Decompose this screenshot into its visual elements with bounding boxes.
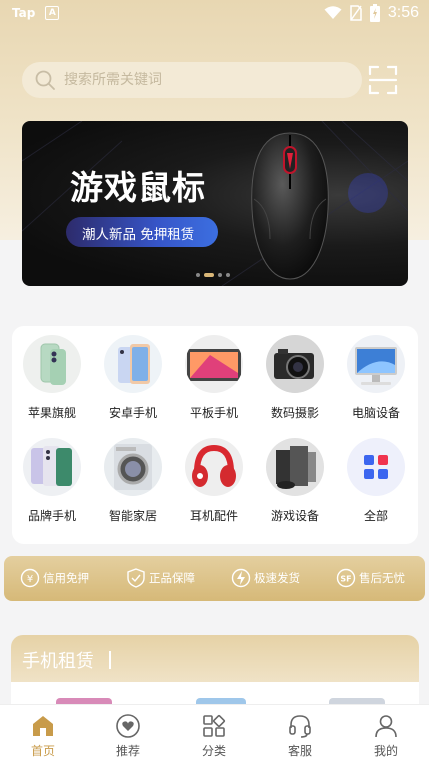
section-divider [109,651,111,669]
promo-banner[interactable]: 游戏鼠标 潮人新品 免押租赁 [22,121,408,286]
guarantee-item: 正品保障 [126,568,195,588]
computer-icon [347,335,405,393]
category-item[interactable]: 平板手机 [174,335,254,421]
carrier-label: Tap [12,6,36,20]
category-label: 苹果旗舰 [27,406,76,420]
section-title: 手机租赁 [22,651,94,672]
android-phone-icon [104,335,162,393]
banner-pagination[interactable] [196,273,230,277]
iphone-green-icon [23,335,81,393]
category-item[interactable]: 游戏设备 [255,438,335,524]
category-label: 电脑设备 [351,406,400,420]
search-input[interactable] [62,71,346,89]
tab-label: 推荐 [115,744,140,758]
category-item[interactable]: 智能家居 [93,438,173,524]
washing-machine-icon [104,438,162,496]
guarantee-label: 正品保障 [149,571,195,585]
gaming-mouse-image [251,132,329,280]
status-bar: Tap A 3:56 [0,0,429,30]
brand-phones-icon [23,438,81,496]
category-item[interactable]: 耳机配件 [174,438,254,524]
category-item[interactable]: 数码摄影 [255,335,335,421]
headset-icon [289,715,311,738]
shield-icon [127,568,145,588]
grid-all-icon [347,438,405,496]
guarantee-label: 极速发货 [254,571,300,585]
search-bar[interactable] [22,62,362,98]
guarantee-item: SF 售后无忧 [336,568,405,588]
bottom-tab-bar: 首页 推荐 分类 客服 我的 [0,704,429,765]
credit-icon: ¥ [20,568,40,588]
guarantee-label: 售后无忧 [359,571,405,585]
lightning-icon [231,568,251,588]
guarantee-item: ¥ 信用免押 [20,568,89,588]
svg-text:SF: SF [340,575,351,584]
category-item[interactable]: 安卓手机 [93,335,173,421]
home-icon [33,716,53,736]
category-grid: 苹果旗舰 安卓手机 平板手机 数码摄影 电脑设备 品牌手机 智能家居 耳机配件 … [12,326,418,544]
category-label: 数码摄影 [270,406,319,420]
category-icon [203,714,226,737]
phone-rental-section: 手机租赁 [11,635,419,705]
tab-category[interactable]: 分类 [184,713,244,759]
tab-home[interactable]: 首页 [13,713,73,759]
category-label: 品牌手机 [27,509,76,523]
category-label: 平板手机 [189,406,238,420]
notification-icon: A [45,6,60,20]
category-item[interactable]: 苹果旗舰 [12,335,92,421]
banner-subtitle: 潮人新品 免押租赁 [82,227,195,243]
tab-profile[interactable]: 我的 [356,713,416,759]
heart-icon [116,714,140,738]
category-label: 耳机配件 [189,509,238,523]
category-item[interactable]: 品牌手机 [12,438,92,524]
guarantee-label: 信用免押 [43,571,89,585]
battery-icon [369,4,380,22]
banner-title: 游戏鼠标 [70,168,206,207]
search-icon [35,70,55,90]
sf-icon: SF [336,568,356,588]
user-icon [375,715,397,738]
guarantee-strip: ¥ 信用免押 正品保障 极速发货 SF 售后无忧 [4,556,425,601]
tablet-icon [185,335,243,393]
category-label: 安卓手机 [108,406,157,420]
banner-subtitle-pill: 潮人新品 免押租赁 [66,217,218,247]
sim-icon [350,5,362,21]
page-dot[interactable] [218,273,222,277]
tab-label: 首页 [30,744,55,758]
guarantee-item: 极速发货 [231,568,300,588]
tab-recommend[interactable]: 推荐 [98,713,158,759]
game-console-icon [266,438,324,496]
category-label: 游戏设备 [270,509,319,523]
headphones-icon [185,438,243,496]
camera-icon [266,335,324,393]
page-dot[interactable] [226,273,230,277]
category-label: 全部 [363,509,388,523]
page-dot-active[interactable] [204,273,214,277]
clock: 3:56 [387,4,419,21]
category-item[interactable]: 全部 [336,438,416,524]
scan-icon[interactable] [368,64,398,96]
svg-text:¥: ¥ [27,574,33,585]
category-item[interactable]: 电脑设备 [336,335,416,421]
page-dot[interactable] [196,273,200,277]
tab-service[interactable]: 客服 [270,713,330,759]
tab-label: 分类 [201,744,226,758]
tab-label: 我的 [373,744,398,758]
tab-label: 客服 [287,744,312,758]
category-label: 智能家居 [108,509,157,523]
wifi-icon [324,6,342,19]
